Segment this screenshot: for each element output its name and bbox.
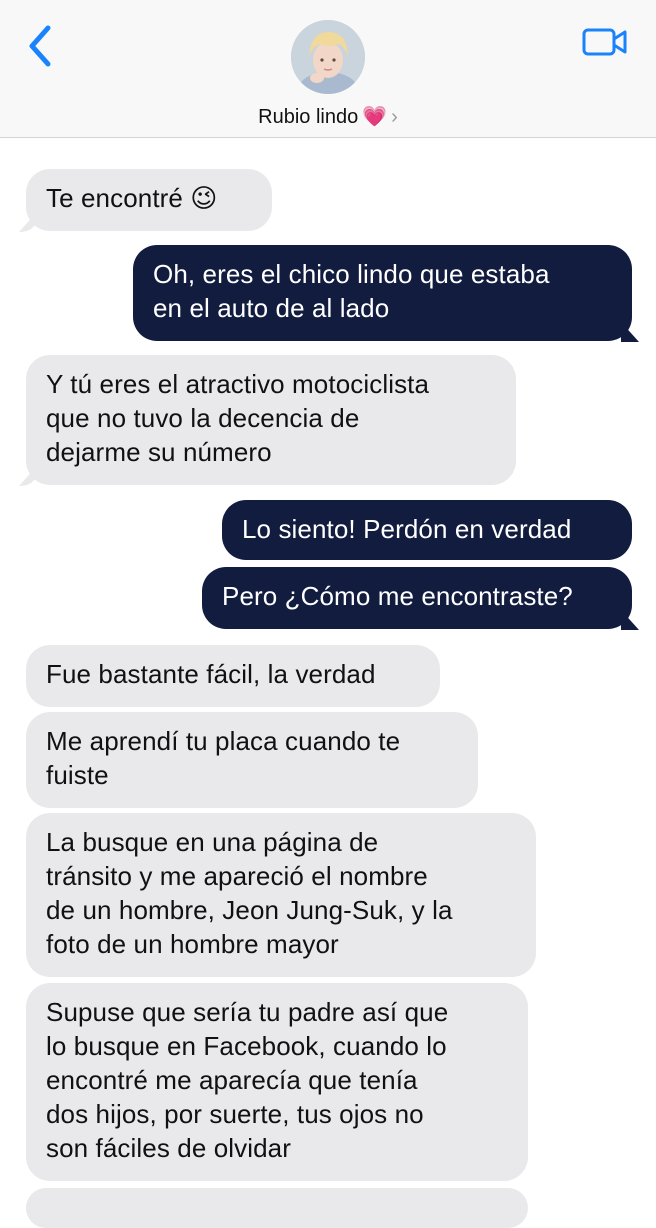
avatar-photo [291, 20, 365, 94]
message-line: tránsito y me apareció el nombre [46, 861, 428, 891]
message-line: Fue bastante fácil, la verdad [46, 659, 376, 689]
message-line: son fáciles de olvidar [46, 1133, 291, 1163]
message-line: Y tú eres el atractivo motociclista [46, 369, 430, 399]
message-line: encontré me aparecía que tenía [46, 1065, 418, 1095]
message-received[interactable]: La busque en una página de tránsito y me… [26, 813, 536, 977]
chevron-right-icon: › [391, 106, 398, 128]
message-received[interactable]: Fue bastante fácil, la verdad [26, 645, 440, 707]
message-line: Oh, eres el chico lindo que estaba [153, 259, 550, 289]
message-line: dejarme su número [46, 437, 272, 467]
message-line: dos hijos, por suerte, tus ojos no [46, 1099, 424, 1129]
message-line: de un hombre, Jeon Jung-Suk, y la [46, 895, 453, 925]
message-thread[interactable]: Te encontré 😉 Oh, eres el chico lindo qu… [0, 138, 656, 1228]
message-received[interactable]: Y tú eres el atractivo motociclista que … [26, 355, 516, 485]
contact-avatar[interactable] [291, 20, 365, 94]
back-chevron-icon [29, 25, 51, 67]
contact-name: Rubio lindo [258, 106, 359, 128]
message-sent[interactable]: Lo siento! Perdón en verdad [222, 500, 632, 560]
message-line: lo busque en Facebook, cuando lo [46, 1031, 447, 1061]
conversation-header: Rubio lindo 💗 › [0, 0, 656, 138]
back-button[interactable] [22, 20, 62, 72]
video-call-button[interactable] [578, 22, 630, 62]
message-sent[interactable]: Oh, eres el chico lindo que estaba en el… [133, 245, 632, 341]
contact-name-button[interactable]: Rubio lindo 💗 › [0, 104, 656, 129]
message-line: Lo siento! Perdón en verdad [242, 514, 572, 544]
message-received[interactable]: Te encontré 😉 [26, 169, 272, 231]
message-line: Supuse que sería tu padre así que [46, 997, 449, 1027]
message-received[interactable]: Me aprendí tu placa cuando te fuiste [26, 712, 478, 808]
message-received-partial[interactable] [26, 1188, 528, 1228]
message-received[interactable]: Supuse que sería tu padre así que lo bus… [26, 983, 528, 1181]
message-line: Me aprendí tu placa cuando te [46, 726, 401, 756]
message-line: foto de un hombre mayor [46, 929, 339, 959]
message-line: La busque en una página de [46, 827, 379, 857]
heart-emoji: 💗 [362, 106, 388, 128]
message-line: Pero ¿Cómo me encontraste? [222, 581, 573, 611]
message-line: Te encontré 😉 [46, 183, 218, 213]
message-line: en el auto de al lado [153, 293, 390, 323]
video-camera-icon [582, 28, 627, 56]
message-sent[interactable]: Pero ¿Cómo me encontraste? [202, 567, 632, 629]
message-line: que no tuvo la decencia de [46, 403, 360, 433]
message-line: fuiste [46, 760, 109, 790]
